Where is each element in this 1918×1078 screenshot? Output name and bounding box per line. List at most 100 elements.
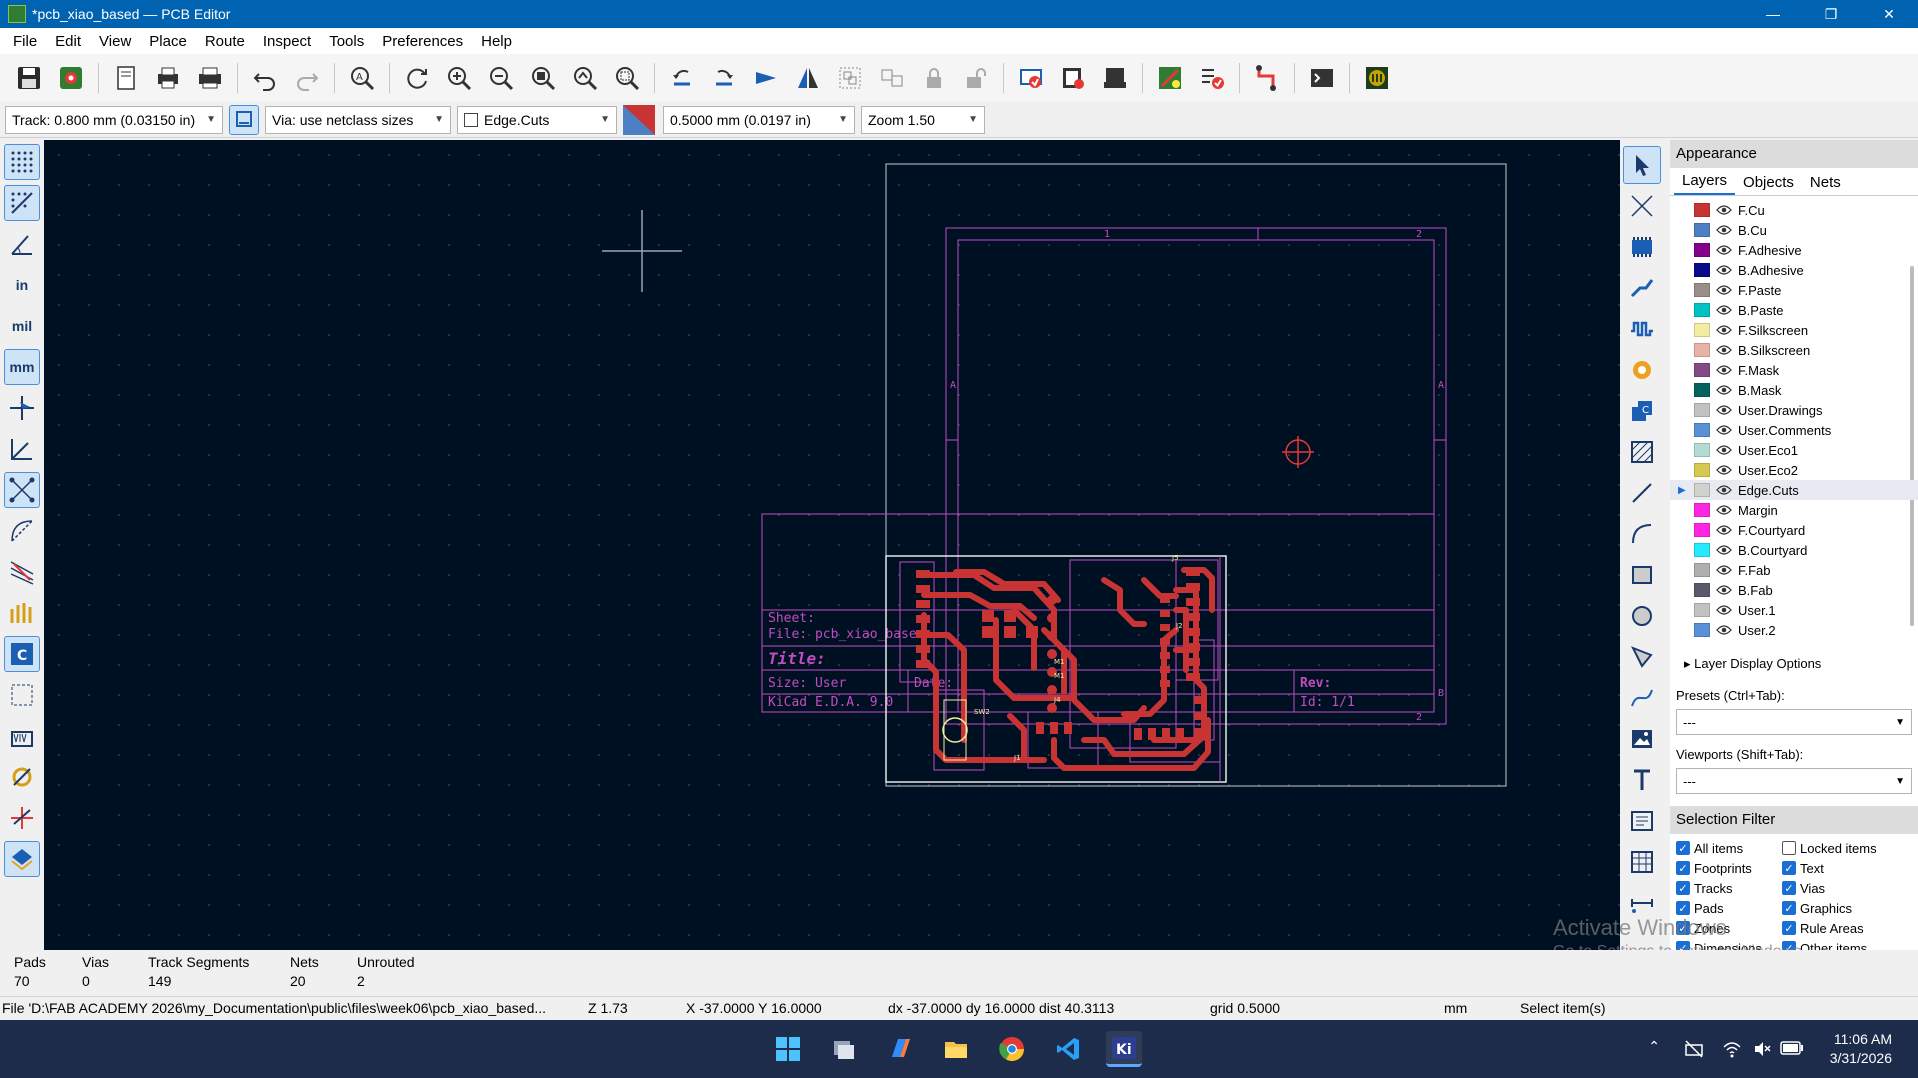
visibility-eye-icon[interactable]	[1716, 284, 1732, 296]
zone-icon[interactable]: C	[1623, 392, 1661, 430]
layer-color-swatch[interactable]	[1694, 303, 1710, 317]
visibility-eye-icon[interactable]	[1716, 384, 1732, 396]
track-width-select[interactable]: Track: 0.800 mm (0.03150 in) ▼	[5, 105, 223, 134]
layer-color-swatch[interactable]	[1694, 243, 1710, 257]
visibility-eye-icon[interactable]	[1716, 404, 1732, 416]
tune-length-icon[interactable]	[1623, 310, 1661, 348]
layer-row-edge-cuts[interactable]: ▶ Edge.Cuts	[1670, 480, 1918, 500]
find-icon[interactable]: A	[344, 60, 380, 96]
menu-preferences[interactable]: Preferences	[373, 33, 472, 50]
filter-pads[interactable]: ✓ Pads	[1676, 900, 1782, 916]
units-mm-button[interactable]: mm	[4, 349, 40, 385]
tab-layers[interactable]: Layers	[1674, 172, 1736, 195]
kicad-icon[interactable]: Ki	[1106, 1031, 1142, 1067]
filter-graphics[interactable]: ✓ Graphics	[1782, 900, 1912, 916]
mirror-icon[interactable]	[790, 60, 826, 96]
layer-row-f-fab[interactable]: F.Fab	[1670, 560, 1918, 580]
start-icon[interactable]	[770, 1031, 806, 1067]
checkbox[interactable]: ✓	[1782, 901, 1796, 915]
track-outline-icon[interactable]	[4, 759, 40, 795]
footprint-icon[interactable]	[1623, 228, 1661, 266]
arc-icon[interactable]	[1623, 515, 1661, 553]
close-button[interactable]: ✕	[1860, 0, 1918, 28]
filter-vias[interactable]: ✓ Vias	[1782, 880, 1912, 896]
layer-color-swatch[interactable]	[1694, 603, 1710, 617]
plugin-icon[interactable]	[1359, 60, 1395, 96]
layer-row-b-cu[interactable]: B.Cu	[1670, 220, 1918, 240]
layer-color-swatch[interactable]	[1694, 283, 1710, 297]
unlock-icon[interactable]	[958, 60, 994, 96]
hide-ratsnest-icon[interactable]	[4, 554, 40, 590]
layer-color-swatch[interactable]	[1694, 423, 1710, 437]
grid-overrides-icon[interactable]	[4, 185, 40, 221]
checkbox[interactable]: ✓	[1676, 861, 1690, 875]
file-explorer-icon[interactable]	[938, 1031, 974, 1067]
visibility-eye-icon[interactable]	[1716, 364, 1732, 376]
refresh-icon[interactable]	[399, 60, 435, 96]
measure-axes-icon[interactable]	[4, 431, 40, 467]
network-off-icon[interactable]	[1684, 1039, 1704, 1059]
rule-area-icon[interactable]	[1623, 433, 1661, 471]
ungroup-icon[interactable]	[874, 60, 910, 96]
visibility-eye-icon[interactable]	[1716, 524, 1732, 536]
filter-all-items[interactable]: ✓ All items	[1676, 840, 1782, 856]
layer-row-f-silkscreen[interactable]: F.Silkscreen	[1670, 320, 1918, 340]
layer-select[interactable]: Edge.Cuts ▼	[457, 105, 617, 134]
footprint-browser-icon[interactable]	[1097, 60, 1133, 96]
checkbox[interactable]: ✓	[1782, 881, 1796, 895]
units-inch-button[interactable]: in	[4, 267, 40, 303]
text-icon[interactable]	[1623, 761, 1661, 799]
layer-row-b-courtyard[interactable]: B.Courtyard	[1670, 540, 1918, 560]
visibility-eye-icon[interactable]	[1716, 324, 1732, 336]
visibility-eye-icon[interactable]	[1716, 304, 1732, 316]
menu-help[interactable]: Help	[472, 33, 521, 50]
layer-color-swatch[interactable]	[1694, 383, 1710, 397]
presets-select[interactable]: --- ▼	[1676, 709, 1912, 735]
zoom-fit-objects-icon[interactable]	[567, 60, 603, 96]
task-view-icon[interactable]	[826, 1031, 862, 1067]
menu-edit[interactable]: Edit	[46, 33, 90, 50]
lock-icon[interactable]	[916, 60, 952, 96]
zoom-fit-icon[interactable]	[525, 60, 561, 96]
layer-row-user-drawings[interactable]: User.Drawings	[1670, 400, 1918, 420]
layer-color-swatch[interactable]	[1694, 443, 1710, 457]
visibility-eye-icon[interactable]	[1716, 564, 1732, 576]
viewports-select[interactable]: --- ▼	[1676, 768, 1912, 794]
visibility-eye-icon[interactable]	[1716, 604, 1732, 616]
flip-icon[interactable]	[748, 60, 784, 96]
layer-row-f-courtyard[interactable]: F.Courtyard	[1670, 520, 1918, 540]
layer-color-swatch[interactable]	[1694, 203, 1710, 217]
visibility-eye-icon[interactable]	[1716, 244, 1732, 256]
curved-ratsnest-icon[interactable]	[4, 513, 40, 549]
pcb-canvas[interactable]: 1 2 A A B 2 Sheet: File: pcb_xiao_based …	[44, 140, 1620, 950]
checkbox[interactable]: ✓	[1676, 841, 1690, 855]
drc-icon[interactable]	[1152, 60, 1188, 96]
scripting-console-icon[interactable]	[1304, 60, 1340, 96]
visibility-eye-icon[interactable]	[1716, 444, 1732, 456]
cursor-shape-icon[interactable]	[4, 390, 40, 426]
polygon-icon[interactable]	[1623, 638, 1661, 676]
group-icon[interactable]	[832, 60, 868, 96]
pad-outline-icon[interactable]	[4, 595, 40, 631]
menu-tools[interactable]: Tools	[320, 33, 373, 50]
layer-row-user-comments[interactable]: User.Comments	[1670, 420, 1918, 440]
tab-nets[interactable]: Nets	[1802, 174, 1849, 195]
zoom-select[interactable]: Zoom 1.50 ▼	[861, 105, 985, 134]
rotate-ccw-icon[interactable]	[664, 60, 700, 96]
circle-icon[interactable]	[1623, 597, 1661, 635]
rectangle-icon[interactable]	[1623, 556, 1661, 594]
textbox-icon[interactable]	[1623, 802, 1661, 840]
board-outline-icon[interactable]: C	[4, 636, 40, 672]
design-checker-icon[interactable]	[1194, 60, 1230, 96]
menu-inspect[interactable]: Inspect	[254, 33, 320, 50]
filter-footprints[interactable]: ✓ Footprints	[1676, 860, 1782, 876]
visibility-eye-icon[interactable]	[1716, 344, 1732, 356]
rotate-cw-icon[interactable]	[706, 60, 742, 96]
zoom-selection-icon[interactable]	[609, 60, 645, 96]
menu-file[interactable]: File	[4, 33, 46, 50]
layer-row-b-mask[interactable]: B.Mask	[1670, 380, 1918, 400]
layer-color-swatch[interactable]	[1694, 463, 1710, 477]
visibility-eye-icon[interactable]	[1716, 204, 1732, 216]
route-track-icon[interactable]	[1623, 269, 1661, 307]
layer-display-options[interactable]: ▸ Layer Display Options	[1670, 652, 1918, 676]
